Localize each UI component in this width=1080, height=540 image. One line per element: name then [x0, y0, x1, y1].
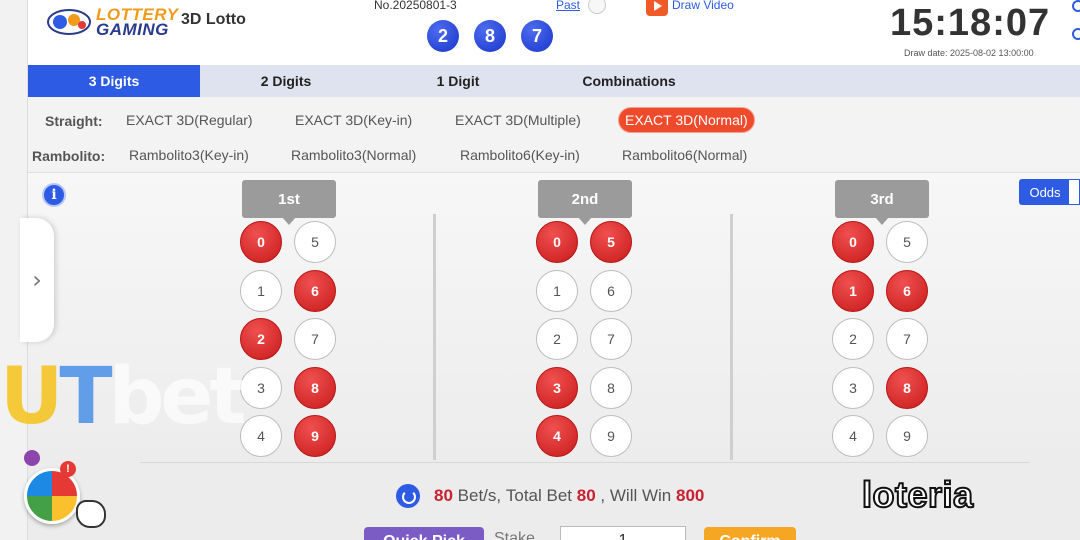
logo-text-gaming: GAMING — [96, 20, 169, 39]
number-ball-3rd-7[interactable]: 7 — [886, 318, 928, 360]
divider-line — [140, 462, 1030, 463]
edge-info-icon[interactable] — [1072, 0, 1080, 12]
tab-1-digit[interactable]: 1 Digit — [372, 65, 544, 97]
option-rambolito6-normal[interactable]: Rambolito6(Normal) — [616, 143, 753, 167]
number-ball-3rd-5[interactable]: 5 — [886, 221, 928, 263]
number-ball-2nd-8[interactable]: 8 — [590, 366, 632, 409]
number-ball-2nd-4[interactable]: 4 — [536, 415, 578, 457]
number-ball-1st-4[interactable]: 4 — [240, 415, 282, 457]
option-rambolito3-normal[interactable]: Rambolito3(Normal) — [285, 143, 422, 167]
bet-count: 80 — [434, 486, 453, 505]
number-ball-2nd-6[interactable]: 6 — [590, 269, 632, 312]
number-ball-1st-2[interactable]: 2 — [240, 318, 282, 360]
option-rambolito3-key-in[interactable]: Rambolito3(Key-in) — [123, 143, 255, 167]
odds-button[interactable]: Odds — [1019, 179, 1071, 205]
draw-video-link[interactable]: Draw Video — [672, 0, 734, 12]
option-exact-3d-key-in[interactable]: EXACT 3D(Key-in) — [289, 108, 418, 132]
chevron-right-icon: › — [32, 266, 42, 294]
odds-toggle[interactable] — [1068, 179, 1080, 205]
option-rambolito6-key-in[interactable]: Rambolito6(Key-in) — [454, 143, 586, 167]
total-bet-value: 80 — [576, 486, 596, 505]
number-ball-3rd-3[interactable]: 3 — [832, 366, 874, 409]
rambolito-label: Rambolito: — [32, 148, 106, 164]
result-ball-2: 8 — [474, 20, 506, 52]
number-ball-3rd-1[interactable]: 1 — [832, 269, 874, 312]
option-exact-3d-multiple[interactable]: EXACT 3D(Multiple) — [449, 108, 587, 132]
number-ball-1st-8[interactable]: 8 — [294, 366, 336, 409]
column-divider — [433, 214, 436, 460]
number-ball-3rd-2[interactable]: 2 — [832, 318, 874, 360]
summary-separator: , — [600, 486, 606, 505]
watermark-t: T — [59, 352, 112, 442]
option-exact-3d-normal[interactable]: EXACT 3D(Normal) — [618, 107, 755, 133]
number-ball-3rd-8[interactable]: 8 — [886, 366, 928, 409]
number-ball-1st-9[interactable]: 9 — [294, 415, 336, 457]
draw-date: Draw date: 2025-08-02 13:00:00 — [904, 48, 1034, 58]
game-title: 3D Lotto — [181, 11, 246, 28]
number-ball-1st-7[interactable]: 7 — [294, 318, 336, 360]
total-bet-label: Total Bet — [505, 486, 573, 505]
back-arrow-icon[interactable] — [24, 450, 40, 466]
countdown-clock: 15:18:07 — [890, 2, 1051, 44]
number-ball-2nd-1[interactable]: 1 — [536, 269, 578, 312]
option-exact-3d-regular[interactable]: EXACT 3D(Regular) — [120, 108, 259, 132]
number-ball-2nd-3[interactable]: 3 — [536, 366, 578, 409]
number-ball-1st-5[interactable]: 5 — [294, 221, 336, 263]
stake-label: Stake — [494, 530, 535, 540]
number-ball-2nd-7[interactable]: 7 — [590, 318, 632, 360]
confirm-button[interactable]: Confirm — [704, 527, 796, 540]
edge-settings-icon[interactable] — [1072, 28, 1080, 40]
info-icon[interactable]: i — [42, 183, 66, 207]
game-launcher-icon[interactable] — [24, 468, 80, 524]
number-ball-2nd-5[interactable]: 5 — [590, 221, 632, 263]
position-header-3rd: 3rd — [835, 180, 929, 225]
number-ball-3rd-4[interactable]: 4 — [832, 415, 874, 457]
number-ball-2nd-0[interactable]: 0 — [536, 221, 578, 263]
tab-3-digits[interactable]: 3 Digits — [28, 65, 200, 97]
stake-input[interactable] — [560, 526, 686, 540]
utbet-watermark: UTbet — [0, 352, 247, 442]
straight-label: Straight: — [45, 113, 103, 129]
quick-pick-button[interactable]: Quick Pick — [364, 527, 484, 540]
draw-number: No.20250801-3 — [374, 0, 457, 12]
side-drawer-handle[interactable]: › — [20, 218, 54, 342]
column-divider — [730, 214, 733, 460]
play-video-icon[interactable] — [646, 0, 668, 16]
number-ball-1st-6[interactable]: 6 — [294, 269, 336, 312]
number-ball-1st-3[interactable]: 3 — [240, 366, 282, 409]
refresh-icon[interactable] — [396, 484, 420, 508]
lottery-gaming-logo-icon — [47, 9, 91, 35]
bets-label: Bet/s, — [457, 486, 502, 505]
number-ball-2nd-2[interactable]: 2 — [536, 318, 578, 360]
tab-combinations[interactable]: Combinations — [544, 65, 714, 97]
number-ball-3rd-6[interactable]: 6 — [886, 269, 928, 312]
number-ball-2nd-9[interactable]: 9 — [590, 415, 632, 457]
will-win-label: Will Win — [609, 486, 672, 505]
number-ball-3rd-0[interactable]: 0 — [832, 221, 874, 263]
alert-badge: ! — [60, 461, 76, 477]
result-ball-3: 7 — [521, 20, 553, 52]
tab-2-digits[interactable]: 2 Digits — [200, 65, 372, 97]
watermark-u: U — [0, 352, 63, 442]
loteria-watermark: loteria — [861, 473, 974, 516]
digit-tabs: 3 Digits 2 Digits 1 Digit Combinations — [28, 65, 1080, 97]
number-ball-1st-1[interactable]: 1 — [240, 269, 282, 312]
number-ball-1st-0[interactable]: 0 — [240, 221, 282, 263]
number-ball-3rd-9[interactable]: 9 — [886, 415, 928, 457]
pointer-hand-icon — [76, 500, 106, 528]
bet-summary: 80 Bet/s, Total Bet 80 , Will Win 800 — [396, 482, 704, 510]
will-win-value: 800 — [676, 486, 705, 505]
bet-type-panel: Straight: EXACT 3D(Regular) EXACT 3D(Key… — [28, 97, 1080, 173]
past-results-link[interactable]: Past — [556, 0, 580, 12]
result-ball-1: 2 — [427, 20, 459, 52]
position-header-2nd: 2nd — [538, 180, 632, 225]
watermark-bet: bet — [108, 352, 247, 442]
position-header-1st: 1st — [242, 180, 336, 225]
